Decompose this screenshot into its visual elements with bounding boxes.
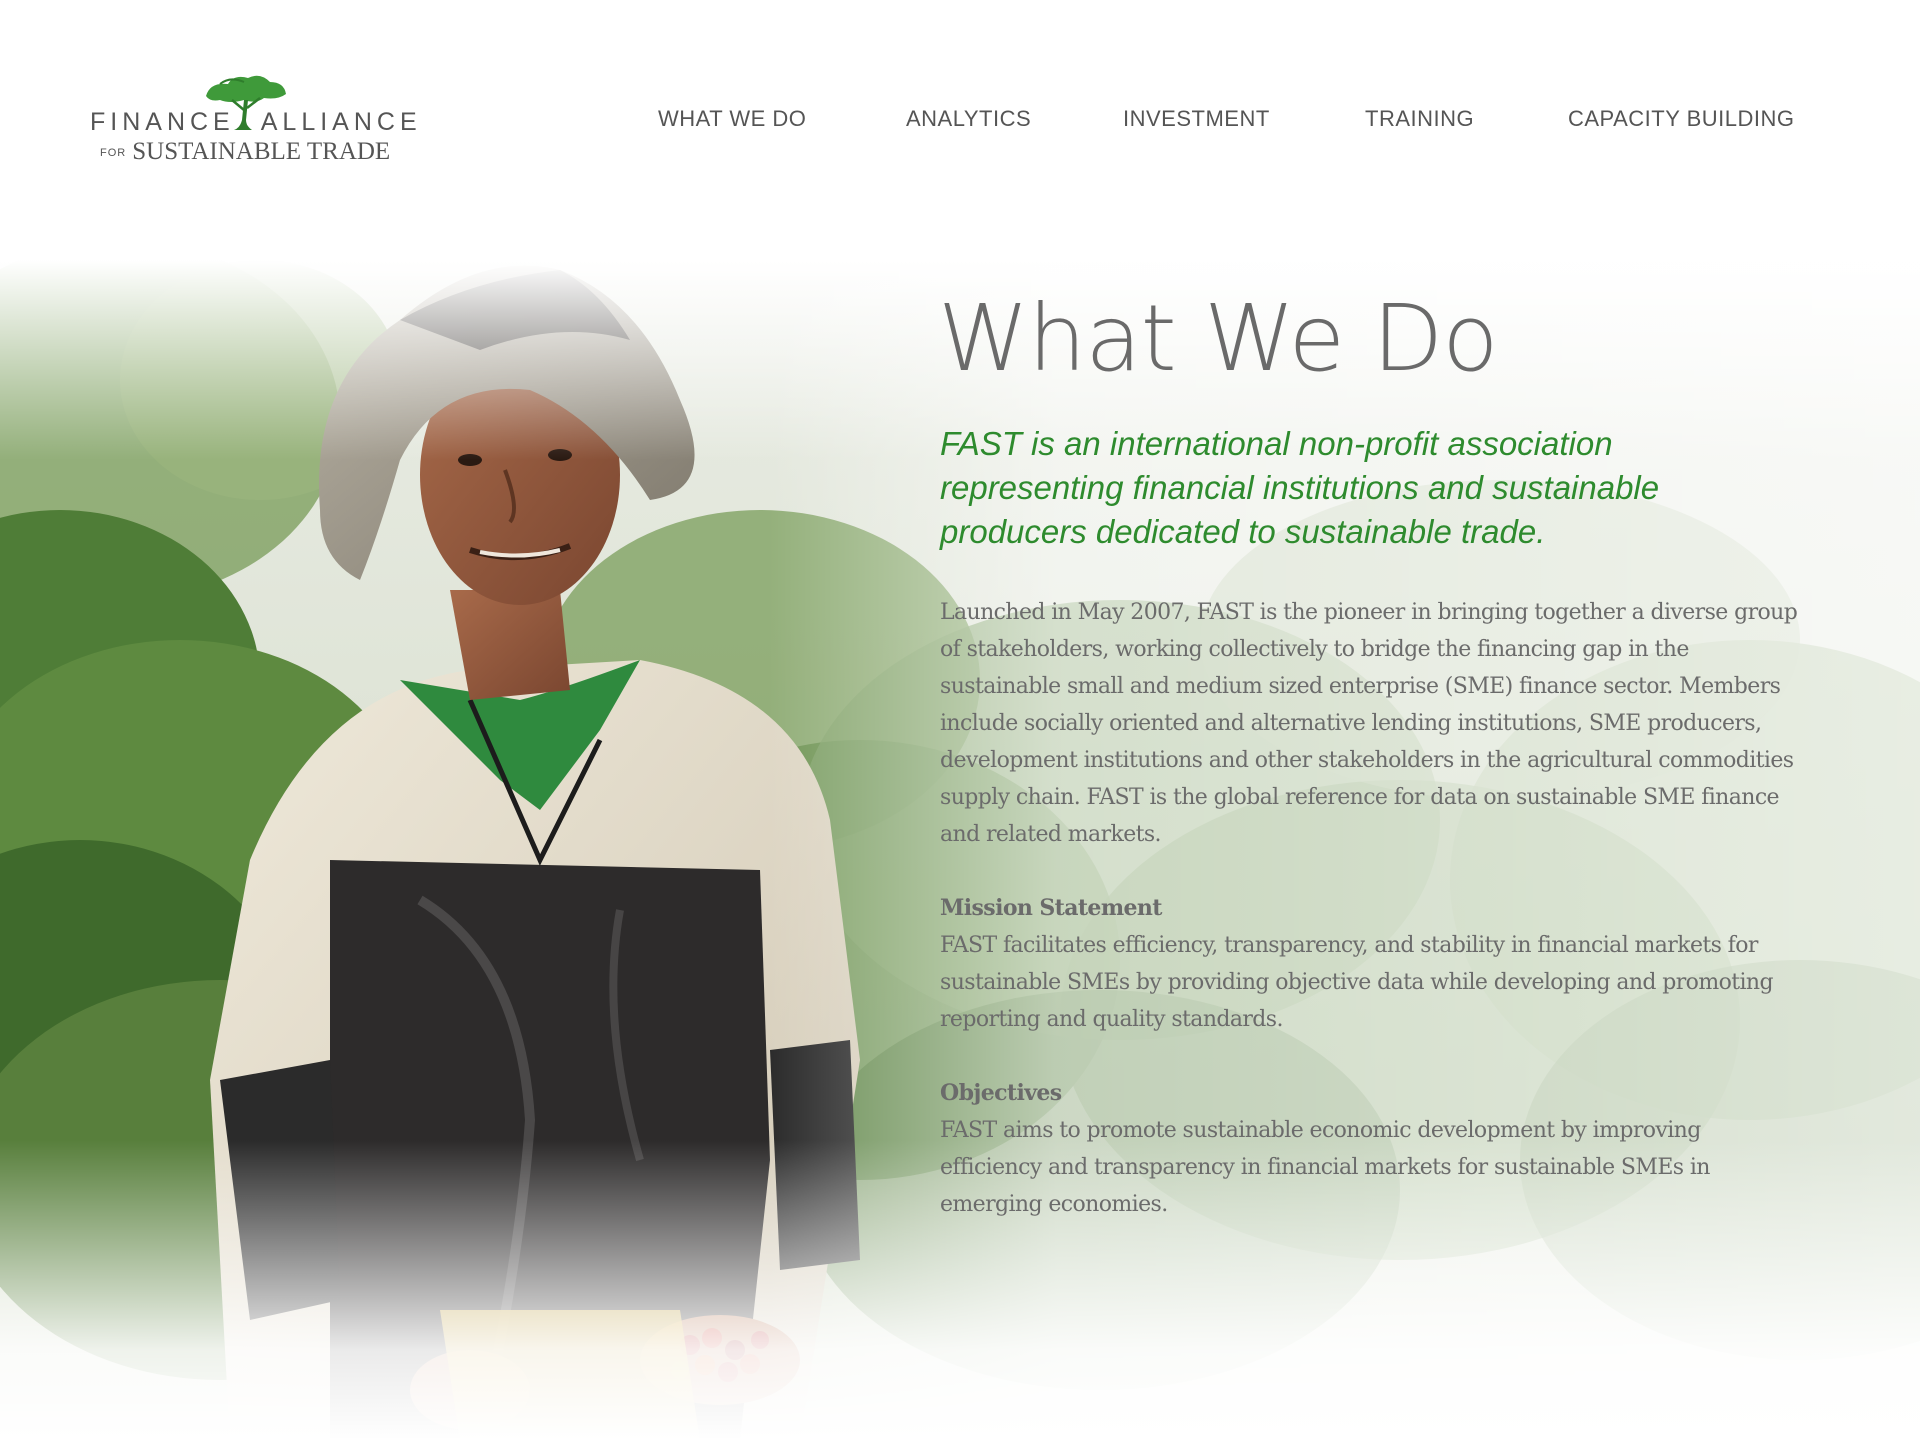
logo-word-sustainable-trade: SUSTAINABLE TRADE: [132, 138, 391, 165]
main-nav: WHAT WE DO ANALYTICS INVESTMENT TRAINING…: [0, 106, 1920, 136]
nav-item-capacity-building[interactable]: CAPACITY BUILDING: [1568, 106, 1795, 132]
mission-body: FAST facilitates efficiency, transparenc…: [940, 933, 1774, 1032]
logo-wordmark-bottom: FOR SUSTAINABLE TRADE: [100, 138, 390, 166]
nav-item-what-we-do[interactable]: WHAT WE DO: [658, 106, 806, 132]
site-header: FINANCE ALLIANCE FOR SUSTAINABLE TRADE WHA…: [0, 0, 1920, 200]
nav-item-training[interactable]: TRAINING: [1365, 106, 1474, 132]
tagline: FAST is an international non-profit asso…: [940, 425, 1660, 550]
nav-item-investment[interactable]: INVESTMENT: [1123, 106, 1270, 132]
objectives-body: FAST aims to promote sustainable economi…: [940, 1118, 1710, 1217]
mission-heading: Mission Statement: [940, 895, 1162, 921]
page-title: What We Do: [938, 285, 1499, 392]
objectives-heading: Objectives: [940, 1080, 1062, 1106]
nav-item-analytics[interactable]: ANALYTICS: [906, 106, 1031, 132]
intro-paragraph: Launched in May 2007, FAST is the pionee…: [940, 600, 1798, 847]
main-content: What We Do FAST is an international non-…: [938, 284, 1820, 1223]
logo-word-for: FOR: [100, 147, 127, 159]
